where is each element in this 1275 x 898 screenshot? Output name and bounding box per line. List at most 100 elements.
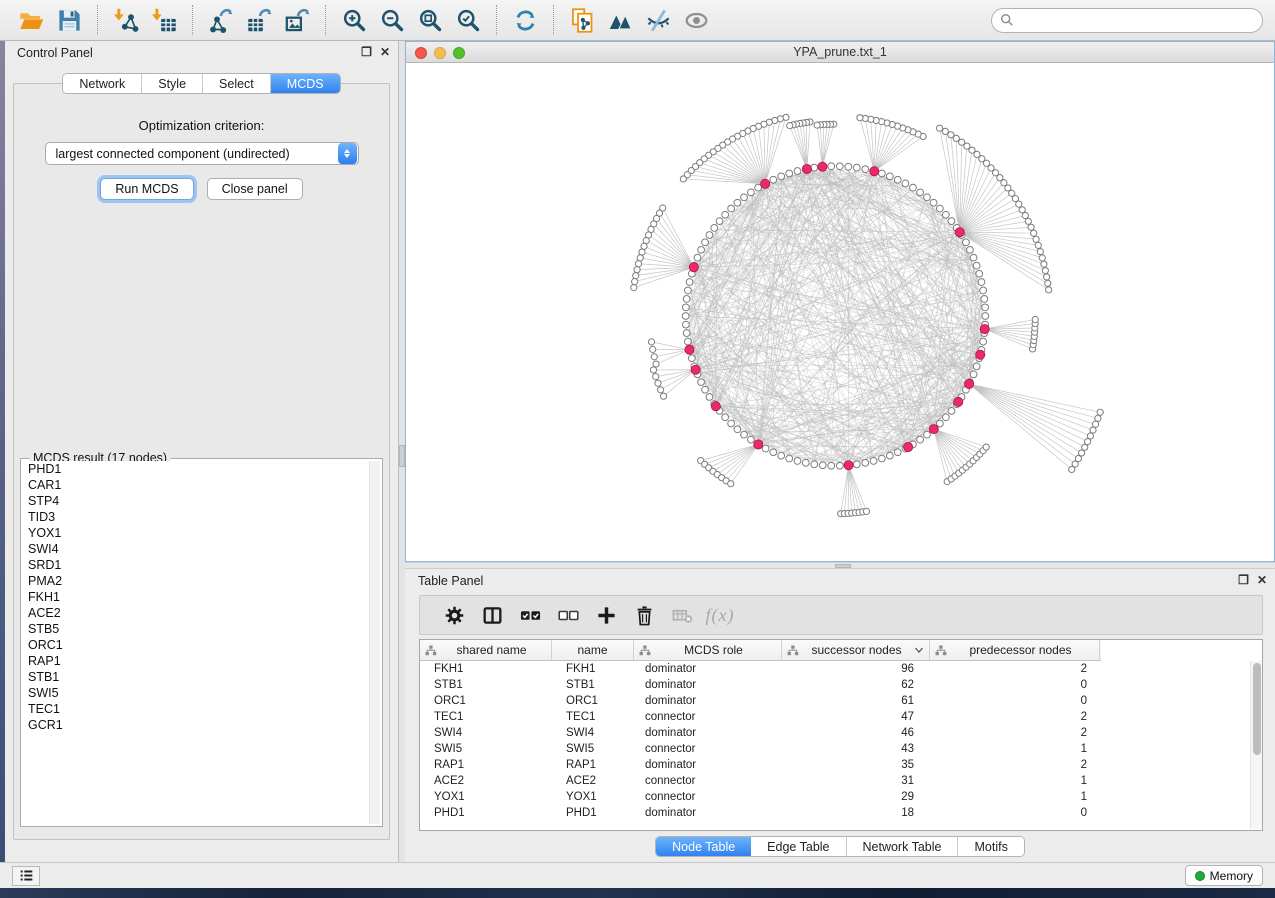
hierarchy-icon [787,645,799,656]
close-panel-button[interactable]: ✕ [380,45,390,59]
tab-style[interactable]: Style [142,74,203,93]
column-header-predecessor-nodes[interactable]: predecessor nodes [930,640,1100,660]
mcds-result-item[interactable]: TEC1 [23,701,368,717]
scrollbar-thumb[interactable] [1253,663,1261,755]
mcds-result-item[interactable]: CAR1 [23,477,368,493]
list-icon [19,868,34,883]
tab-motifs[interactable]: Motifs [958,837,1023,856]
export-network-button[interactable] [202,3,240,37]
table-header-row: shared namenameMCDS rolesuccessor nodesp… [420,640,1101,661]
maximize-window-icon[interactable] [453,47,465,59]
column-header-MCDS-role[interactable]: MCDS role [634,640,782,660]
mcds-result-item[interactable]: STB5 [23,621,368,637]
show-all-button[interactable] [677,3,715,37]
table-row[interactable]: YOX1YOX1connector291 [420,789,1250,805]
splitter-grip[interactable] [835,564,851,568]
tab-mcds[interactable]: MCDS [271,74,340,93]
mcds-result-item[interactable]: YOX1 [23,525,368,541]
column-header-successor-nodes[interactable]: successor nodes [782,640,930,660]
column-header-shared-name[interactable]: shared name [420,640,552,660]
table-settings-button[interactable] [435,599,473,631]
table-row[interactable]: PHD1PHD1dominator180 [420,805,1250,821]
memory-button[interactable]: Memory [1185,865,1263,886]
import-network-button[interactable] [107,3,145,37]
mcds-result-item[interactable]: ORC1 [23,637,368,653]
mcds-result-item[interactable]: PHD1 [23,461,368,477]
show-all-icon [683,7,710,34]
mcds-result-item[interactable]: ACE2 [23,605,368,621]
right-area: YPA_prune.txt_1 Table Panel ❐ ✕ [405,41,1275,862]
task-history-button[interactable] [12,866,40,886]
select-all-rows-button[interactable] [511,599,549,631]
column-header-name[interactable]: name [552,640,634,660]
table-row[interactable]: STB1STB1dominator620 [420,677,1250,693]
zoom-selected-button[interactable] [449,3,487,37]
hide-selected-button[interactable] [639,3,677,37]
float-panel-button[interactable]: ❐ [1238,573,1249,587]
new-network-from-selection-icon [569,7,596,34]
optimization-criterion-select[interactable]: largest connected component (undirected) [45,142,359,165]
table-tabbar: Node TableEdge TableNetwork TableMotifs [655,836,1025,857]
tab-network-table[interactable]: Network Table [847,837,959,856]
network-canvas[interactable] [406,63,1274,561]
control-panel-title: Control Panel [17,46,93,60]
network-view-titlebar[interactable]: YPA_prune.txt_1 [406,42,1274,63]
hierarchy-icon [935,645,947,656]
table-row[interactable]: SWI5SWI5connector431 [420,741,1250,757]
table-row[interactable]: ACE2ACE2connector311 [420,773,1250,789]
search-box[interactable] [991,8,1263,33]
save-session-button[interactable] [50,3,88,37]
dropdown-stepper-icon [338,143,357,164]
open-session-button[interactable] [12,3,50,37]
table-row[interactable]: FKH1FKH1dominator962 [420,661,1250,677]
table-row[interactable]: ORC1ORC1dominator610 [420,693,1250,709]
mcds-result-item[interactable]: STB1 [23,669,368,685]
mcds-result-item[interactable]: TID3 [23,509,368,525]
window-traffic-lights [415,47,465,59]
table-row[interactable]: RAP1RAP1dominator352 [420,757,1250,773]
tab-select[interactable]: Select [203,74,271,93]
apply-layout-button[interactable] [506,3,544,37]
delete-columns-button[interactable] [625,599,663,631]
export-table-button[interactable] [240,3,278,37]
mcds-result-item[interactable]: PMA2 [23,573,368,589]
zoom-fit-button[interactable] [411,3,449,37]
close-panel-button[interactable]: ✕ [1257,573,1267,587]
deselect-all-icon [558,605,579,626]
tab-network[interactable]: Network [63,74,142,93]
export-image-button[interactable] [278,3,316,37]
first-neighbors-button[interactable] [601,3,639,37]
run-mcds-button[interactable]: Run MCDS [100,178,193,200]
main-toolbar [0,0,1275,41]
table-row[interactable]: SWI4SWI4dominator462 [420,725,1250,741]
close-window-icon[interactable] [415,47,427,59]
mcds-result-item[interactable]: FKH1 [23,589,368,605]
mcds-result-item[interactable]: SRD1 [23,557,368,573]
mcds-result-list[interactable]: PHD1CAR1STP4TID3YOX1SWI4SRD1PMA2FKH1ACE2… [23,461,368,824]
search-input[interactable] [1019,13,1254,27]
deselect-all-rows-button[interactable] [549,599,587,631]
zoom-selected-icon [455,7,482,34]
zoom-out-button[interactable] [373,3,411,37]
tab-node-table[interactable]: Node Table [656,837,751,856]
tab-edge-table[interactable]: Edge Table [751,837,846,856]
close-mcds-panel-button[interactable]: Close panel [207,178,303,200]
mcds-result-scrollbar[interactable] [369,461,380,824]
table-row[interactable]: TEC1TEC1connector472 [420,709,1250,725]
minimize-window-icon[interactable] [434,47,446,59]
new-network-from-selection-button[interactable] [563,3,601,37]
splitter-grip[interactable] [399,445,405,467]
mcds-result-item[interactable]: GCR1 [23,717,368,733]
horizontal-splitter[interactable] [405,562,1275,569]
show-columns-button[interactable] [473,599,511,631]
mcds-result-item[interactable]: SWI5 [23,685,368,701]
table-panel: Table Panel ❐ ✕ [405,569,1275,862]
create-column-button[interactable] [587,599,625,631]
mcds-result-item[interactable]: RAP1 [23,653,368,669]
float-panel-button[interactable]: ❐ [361,45,372,59]
mcds-result-item[interactable]: STP4 [23,493,368,509]
import-table-button[interactable] [145,3,183,37]
mcds-result-item[interactable]: SWI4 [23,541,368,557]
zoom-in-button[interactable] [335,3,373,37]
table-scrollbar[interactable] [1250,661,1262,829]
